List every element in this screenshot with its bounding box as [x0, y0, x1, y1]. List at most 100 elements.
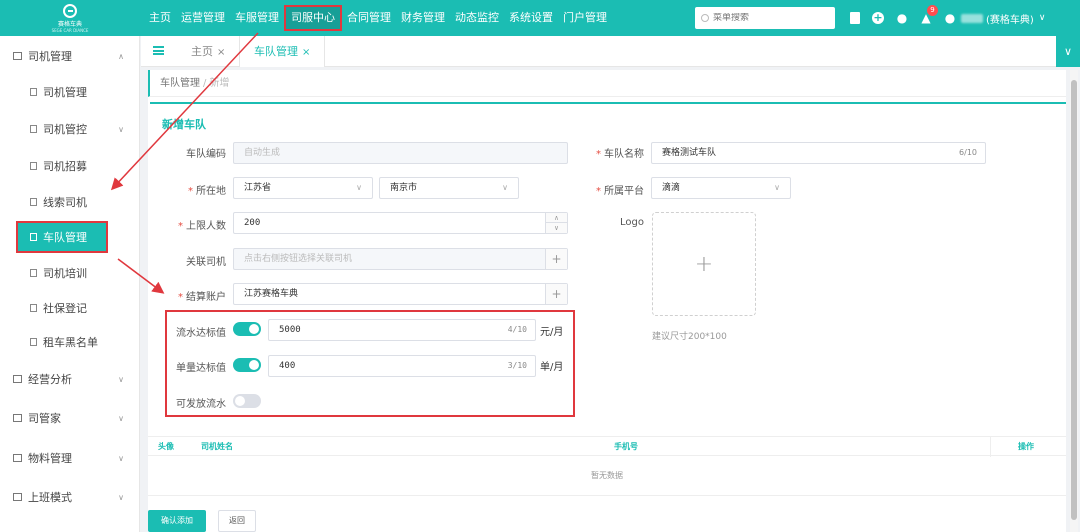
chevron-down-icon: ∨: [118, 492, 124, 502]
document-icon: [30, 233, 37, 241]
decrement-icon[interactable]: ∨: [546, 223, 567, 233]
sidebar-group-driver-management[interactable]: 司机管理 ∧: [0, 38, 140, 74]
sidebar-item-driver-management[interactable]: 司机管理: [0, 74, 140, 110]
sidebar-item-label: 线索司机: [43, 196, 87, 209]
confirm-add-button[interactable]: 确认添加: [148, 510, 206, 532]
top-nav: 主页 运营管理 车服管理 司服中心 合同管理 财务管理 动态监控 系统设置 门户…: [144, 0, 612, 36]
top-actions: + ● ▲ 9 ● (赛格车典) ∨: [850, 0, 1045, 36]
user-menu[interactable]: (赛格车典) ∨: [961, 11, 1045, 26]
topnav-monitoring[interactable]: 动态监控: [450, 0, 504, 36]
topnav-driver-service-center[interactable]: 司服中心: [284, 5, 342, 31]
breadcrumb-parent[interactable]: 车队管理: [160, 78, 200, 89]
tab-label: 主页: [191, 45, 213, 58]
form-title: 新增车队: [162, 118, 206, 131]
sidebar-item-lead-drivers[interactable]: 线索司机: [0, 184, 140, 220]
sidebar-group-work-mode[interactable]: 上班模式 ∨: [0, 479, 140, 515]
folder-icon: [13, 52, 22, 60]
fleet-name-value: 赛格测试车队: [662, 148, 717, 158]
sidebar-group-materials[interactable]: 物料管理 ∨: [0, 440, 140, 476]
sidebar-item-label: 车队管理: [43, 231, 87, 244]
scrollbar-thumb[interactable]: [1071, 80, 1077, 520]
tab-home[interactable]: 主页 ×: [177, 36, 239, 67]
breadcrumb-separator: /: [203, 78, 207, 89]
add-driver-button[interactable]: +: [545, 249, 567, 269]
order-target-value: 400: [279, 361, 296, 371]
release-flow-toggle[interactable]: [233, 394, 261, 408]
number-stepper[interactable]: ∧ ∨: [545, 213, 567, 233]
platform-select[interactable]: 滴滴 ∨: [651, 177, 791, 199]
chevron-down-icon: ∨: [118, 413, 124, 423]
sidebar-item-driver-training[interactable]: 司机培训: [0, 255, 140, 291]
chevron-down-icon: ∨: [774, 183, 780, 192]
close-icon[interactable]: ×: [302, 47, 310, 58]
tab-label: 车队管理: [254, 45, 298, 58]
document-icon: [30, 125, 37, 133]
logo-upload[interactable]: +: [652, 212, 756, 316]
menu-search-input[interactable]: [713, 13, 823, 23]
app-logo[interactable]: 赛格车典 SEGE CAR DIANCE: [0, 0, 140, 36]
column-actions: 操作: [1018, 442, 1034, 451]
sidebar-item-social-insurance[interactable]: 社保登记: [0, 290, 140, 326]
order-target-input[interactable]: 400 3/10: [268, 355, 536, 377]
city-value: 南京市: [390, 183, 418, 193]
main-content: 车队管理 / 新增 新增车队 车队编码 自动生成 * 车队名称 赛格测试车队 6/10…: [148, 70, 1066, 532]
flow-target-input[interactable]: 5000 4/10: [268, 319, 536, 341]
topnav-contracts[interactable]: 合同管理: [342, 0, 396, 36]
topnav-operations[interactable]: 运营管理: [176, 0, 230, 36]
fleet-code-input: 自动生成: [233, 142, 568, 164]
order-target-toggle[interactable]: [233, 358, 261, 372]
settlement-account-input[interactable]: 江苏赛格车典 +: [233, 283, 568, 305]
fleet-name-input[interactable]: 赛格测试车队 6/10: [651, 142, 986, 164]
back-button[interactable]: 返回: [218, 510, 256, 532]
sidebar-item-rental-blacklist[interactable]: 租车黑名单: [0, 324, 140, 360]
wechat-icon[interactable]: ●: [896, 11, 908, 25]
order-target-label: 单量达标值: [176, 363, 226, 374]
province-value: 江苏省: [244, 183, 272, 193]
sidebar-group-business-analysis[interactable]: 经营分析 ∨: [0, 361, 140, 397]
sidebar-item-label: 司机管理: [43, 86, 87, 99]
top-bar: 赛格车典 SEGE CAR DIANCE 主页 运营管理 车服管理 司服中心 合…: [0, 0, 1080, 36]
linked-drivers-placeholder: 点击右侧按钮选择关联司机: [244, 254, 353, 264]
topnav-portal[interactable]: 门户管理: [558, 0, 612, 36]
notification-badge: 9: [927, 5, 938, 16]
topnav-vehicle-service[interactable]: 车服管理: [230, 0, 284, 36]
add-circle-icon[interactable]: +: [872, 12, 884, 24]
close-icon[interactable]: ×: [217, 47, 225, 58]
province-select[interactable]: 江苏省 ∨: [233, 177, 373, 199]
topnav-home[interactable]: 主页: [144, 0, 176, 36]
sidebar-group-driver-steward[interactable]: 司管家 ∨: [0, 400, 140, 436]
topnav-finance[interactable]: 财务管理: [396, 0, 450, 36]
menu-search[interactable]: [695, 7, 835, 29]
sidebar-item-fleet-management[interactable]: 车队管理: [16, 221, 108, 253]
release-flow-label: 可发放流水: [176, 399, 226, 410]
user-icon[interactable]: ●: [944, 11, 956, 25]
linked-drivers-input[interactable]: 点击右侧按钮选择关联司机 +: [233, 248, 568, 270]
flow-target-value: 5000: [279, 325, 301, 335]
city-select[interactable]: 南京市 ∨: [379, 177, 519, 199]
menu-toggle-icon[interactable]: [153, 46, 164, 55]
bell-icon[interactable]: ▲ 9: [920, 5, 938, 25]
increment-icon[interactable]: ∧: [546, 213, 567, 223]
topnav-settings[interactable]: 系统设置: [504, 0, 558, 36]
page-scrollbar[interactable]: [1070, 70, 1078, 532]
max-people-input[interactable]: 200 ∧ ∨: [233, 212, 568, 234]
tabs-dropdown-chevron-icon[interactable]: ∨: [1056, 36, 1080, 67]
sidebar-item-driver-control[interactable]: 司机管控 ∨: [0, 111, 140, 147]
flow-target-toggle[interactable]: [233, 322, 261, 336]
username-blurred: [961, 13, 983, 23]
add-account-button[interactable]: +: [545, 284, 567, 304]
sidebar-item-label: 物料管理: [28, 452, 72, 465]
sidebar-item-label: 司管家: [28, 412, 61, 425]
fleet-name-label: * 车队名称: [596, 149, 644, 160]
sidebar-item-driver-recruitment[interactable]: 司机招募: [0, 148, 140, 184]
order-target-unit: 单/月: [540, 362, 564, 373]
tab-fleet-management[interactable]: 车队管理 ×: [239, 36, 326, 67]
logo-size-hint: 建议尺寸200*100: [652, 332, 727, 342]
table-empty-state: 暂无数据: [148, 456, 1066, 496]
document-icon: [30, 338, 37, 346]
platform-label: * 所属平台: [596, 186, 644, 197]
sidebar-item-label: 司机管理: [28, 50, 72, 63]
folder-icon: [13, 493, 22, 501]
search-icon: [701, 14, 709, 22]
clipboard-icon[interactable]: [850, 12, 860, 24]
